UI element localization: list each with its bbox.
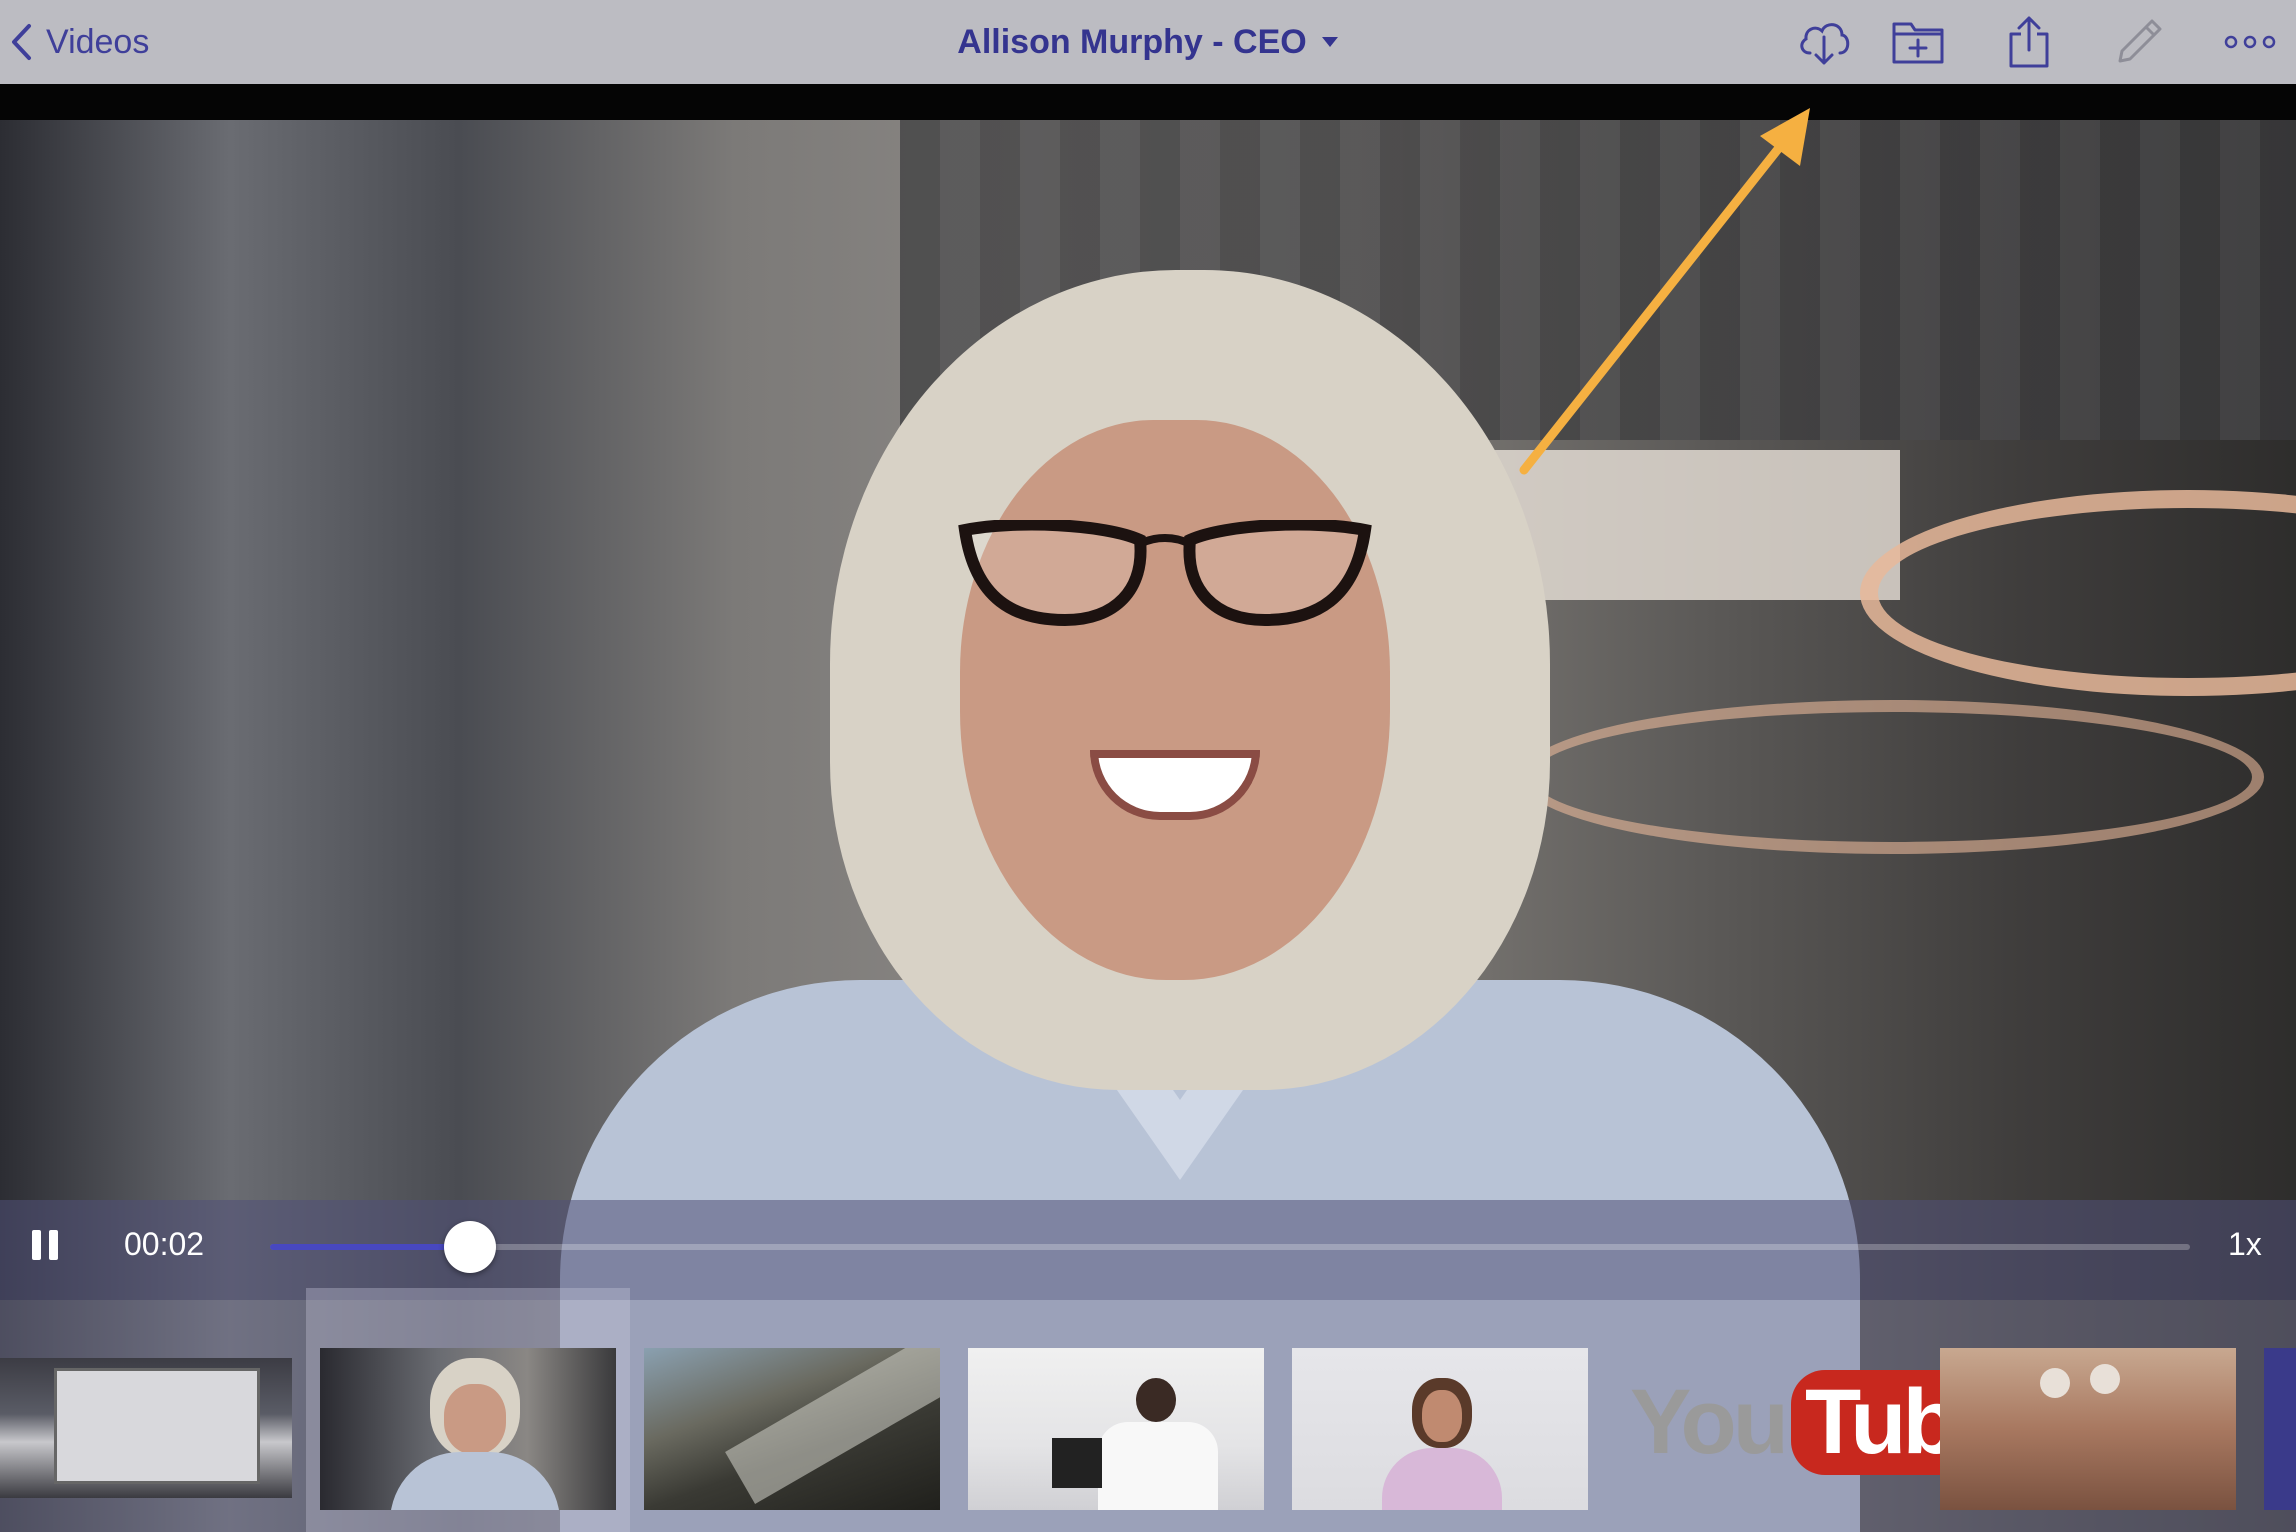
clip-thumbnail[interactable]	[1940, 1348, 2236, 1510]
letterbox-band	[0, 84, 2296, 120]
share-button[interactable]	[1995, 8, 2063, 76]
cloud-download-icon	[1800, 23, 1850, 65]
current-time: 00:02	[124, 1226, 205, 1262]
youtube-logo-you: You	[1630, 1371, 1789, 1473]
seek-bar[interactable]	[270, 1221, 2190, 1273]
video-window	[1480, 450, 1900, 600]
clip-thumbnail-partial[interactable]	[2264, 1348, 2296, 1510]
video-person-glasses	[958, 520, 1372, 627]
clip-thumbnail-selected[interactable]	[320, 1348, 616, 1510]
pencil-icon	[2118, 19, 2162, 63]
clip-thumbnail[interactable]	[1292, 1348, 1588, 1510]
seek-progress	[270, 1244, 470, 1250]
folder-add-icon	[1892, 22, 1944, 64]
caret-down-icon	[1321, 37, 1338, 47]
seek-handle[interactable]	[443, 1221, 496, 1273]
edit-button[interactable]	[2105, 8, 2173, 76]
video-lamp-ring-lower	[1520, 700, 2264, 854]
nav-bar: Videos Allison Murphy - CEO	[0, 0, 2296, 84]
video-lamp-ring	[1860, 490, 2296, 696]
more-button[interactable]	[2216, 8, 2284, 76]
add-to-folder-button[interactable]	[1884, 8, 1952, 76]
playback-controls	[0, 1200, 2296, 1300]
clip-thumbnail[interactable]	[968, 1348, 1264, 1510]
cloud-download-button[interactable]	[1790, 8, 1858, 76]
share-icon	[2009, 16, 2049, 68]
pause-icon[interactable]	[30, 1228, 60, 1262]
video-person-face	[960, 420, 1390, 980]
playback-speed-button[interactable]: 1x	[2228, 1226, 2262, 1263]
more-icon	[2224, 35, 2276, 49]
clip-thumbnail[interactable]	[0, 1358, 292, 1498]
title-dropdown[interactable]: Allison Murphy - CEO	[957, 23, 1338, 62]
clip-thumbnail[interactable]	[644, 1348, 940, 1510]
page-title: Allison Murphy - CEO	[957, 22, 1307, 61]
